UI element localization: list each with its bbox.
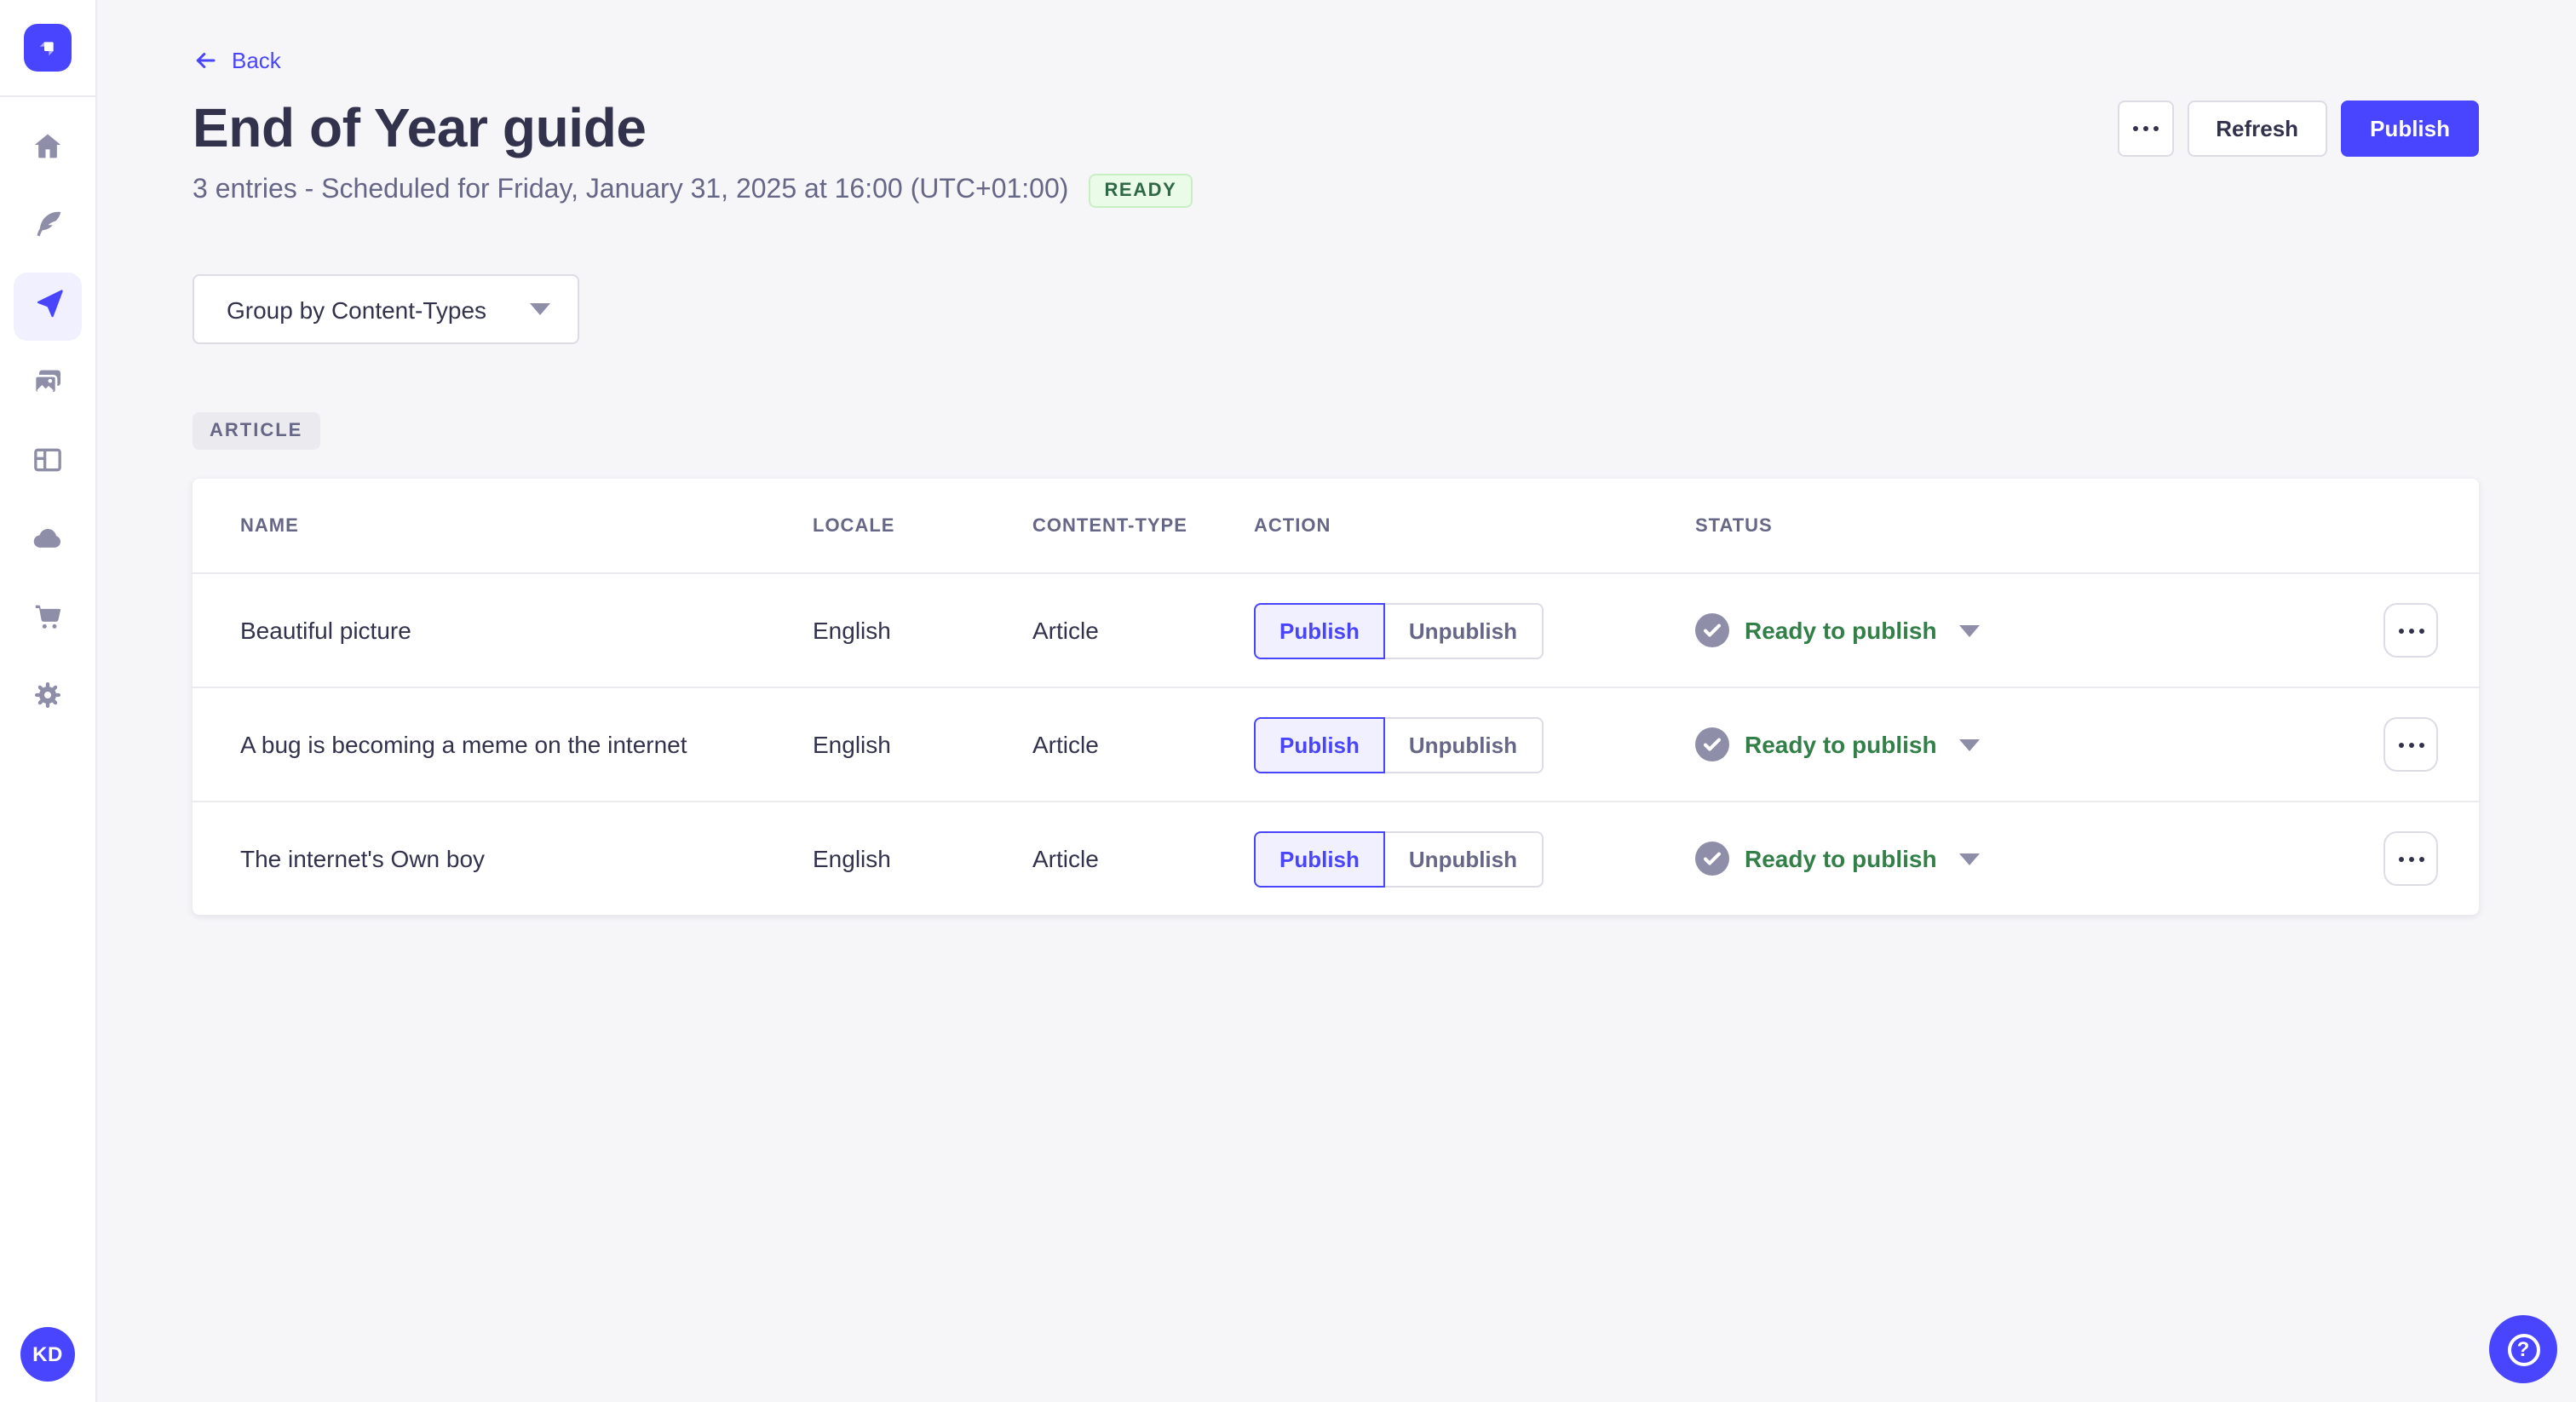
sidebar-item-marketplace[interactable] bbox=[14, 586, 82, 654]
row-more-button[interactable] bbox=[2383, 717, 2438, 772]
sidebar-item-home[interactable] bbox=[14, 116, 82, 184]
release-subtitle: 3 entries - Scheduled for Friday, Januar… bbox=[193, 175, 1069, 204]
entry-name: The internet's Own boy bbox=[240, 845, 486, 872]
entry-status: Ready to publish bbox=[1695, 842, 2382, 876]
unpublish-option-button[interactable]: Unpublish bbox=[1383, 830, 1543, 887]
strapi-logo-icon bbox=[24, 24, 72, 72]
table-header-row: NAME LOCALE CONTENT-TYPE ACTION STATUS bbox=[193, 479, 2479, 572]
table-row: The internet's Own boy English Article P… bbox=[193, 801, 2479, 915]
paper-plane-icon bbox=[31, 285, 65, 328]
main-content: Back End of Year guide Refresh Publish 3… bbox=[97, 0, 2576, 1402]
publish-action-toggle: Publish Unpublish bbox=[1254, 830, 1543, 887]
row-more-button[interactable] bbox=[2383, 603, 2438, 658]
sidebar-item-content-type-builder[interactable] bbox=[14, 429, 82, 497]
logo-container bbox=[0, 0, 95, 97]
entry-content-type: Article bbox=[1032, 731, 1099, 758]
ready-status-badge: READY bbox=[1089, 174, 1193, 208]
sidebar-nav bbox=[14, 116, 82, 733]
publish-option-button[interactable]: Publish bbox=[1254, 602, 1385, 658]
sidebar: KD bbox=[0, 0, 97, 1402]
page-title: End of Year guide bbox=[193, 97, 647, 158]
images-icon bbox=[31, 364, 65, 406]
column-header-action: ACTION bbox=[1254, 515, 1331, 536]
status-label: Ready to publish bbox=[1745, 617, 1937, 644]
sidebar-item-releases[interactable] bbox=[14, 273, 82, 341]
entry-name: Beautiful picture bbox=[240, 617, 411, 644]
column-header-name: NAME bbox=[240, 515, 299, 536]
unpublish-option-button[interactable]: Unpublish bbox=[1383, 602, 1543, 658]
chevron-down-icon bbox=[530, 303, 550, 315]
group-by-value: Group by Content-Types bbox=[227, 296, 487, 323]
table-row: Beautiful picture English Article Publis… bbox=[193, 572, 2479, 687]
status-label: Ready to publish bbox=[1745, 731, 1937, 758]
publish-option-button[interactable]: Publish bbox=[1254, 716, 1385, 773]
feather-icon bbox=[31, 207, 65, 250]
status-check-icon bbox=[1695, 727, 1729, 761]
cart-icon bbox=[31, 599, 65, 641]
status-label: Ready to publish bbox=[1745, 845, 1937, 872]
sidebar-item-cloud[interactable] bbox=[14, 508, 82, 576]
status-check-icon bbox=[1695, 613, 1729, 647]
sidebar-item-content-manager[interactable] bbox=[14, 194, 82, 262]
ellipsis-icon bbox=[2132, 126, 2159, 131]
header-actions: Refresh Publish bbox=[2117, 101, 2479, 157]
ellipsis-icon bbox=[2398, 856, 2424, 861]
status-check-icon bbox=[1695, 842, 1729, 876]
arrow-left-icon bbox=[193, 48, 218, 73]
entry-status: Ready to publish bbox=[1695, 727, 2382, 761]
status-chevron-down-icon[interactable] bbox=[1958, 853, 1980, 865]
status-chevron-down-icon[interactable] bbox=[1958, 738, 1980, 750]
entry-content-type: Article bbox=[1032, 845, 1099, 872]
entry-locale: English bbox=[813, 731, 891, 758]
publish-option-button[interactable]: Publish bbox=[1254, 830, 1385, 887]
unpublish-option-button[interactable]: Unpublish bbox=[1383, 716, 1543, 773]
user-avatar[interactable]: KD bbox=[20, 1327, 75, 1382]
content-type-group-badge: ARTICLE bbox=[193, 412, 320, 450]
column-header-locale: LOCALE bbox=[813, 515, 895, 536]
publish-release-button[interactable]: Publish bbox=[2341, 101, 2479, 157]
publish-action-toggle: Publish Unpublish bbox=[1254, 602, 1543, 658]
group-by-select[interactable]: Group by Content-Types bbox=[193, 274, 579, 344]
entry-locale: English bbox=[813, 845, 891, 872]
release-more-button[interactable] bbox=[2117, 101, 2174, 157]
gear-icon bbox=[31, 677, 65, 720]
status-chevron-down-icon[interactable] bbox=[1958, 624, 1980, 636]
layout-icon bbox=[31, 442, 65, 485]
cloud-icon bbox=[31, 520, 65, 563]
strapi-release-page: KD Back End of Year guide Refresh Publis… bbox=[0, 0, 2576, 1402]
sidebar-item-settings[interactable] bbox=[14, 664, 82, 733]
column-header-status: STATUS bbox=[1695, 515, 1773, 536]
publish-action-toggle: Publish Unpublish bbox=[1254, 716, 1543, 773]
refresh-button[interactable]: Refresh bbox=[2187, 101, 2328, 157]
ellipsis-icon bbox=[2398, 628, 2424, 633]
back-link[interactable]: Back bbox=[193, 48, 281, 73]
column-header-content-type: CONTENT-TYPE bbox=[1032, 515, 1187, 536]
help-button[interactable]: ? bbox=[2489, 1315, 2557, 1383]
sidebar-item-media-library[interactable] bbox=[14, 351, 82, 419]
home-icon bbox=[31, 129, 65, 171]
entry-content-type: Article bbox=[1032, 617, 1099, 644]
entry-status: Ready to publish bbox=[1695, 613, 2382, 647]
table-row: A bug is becoming a meme on the internet… bbox=[193, 687, 2479, 801]
entry-locale: English bbox=[813, 617, 891, 644]
question-mark-icon: ? bbox=[2507, 1333, 2539, 1365]
entry-name: A bug is becoming a meme on the internet bbox=[240, 731, 687, 758]
ellipsis-icon bbox=[2398, 742, 2424, 747]
back-label: Back bbox=[232, 48, 281, 73]
entries-table: NAME LOCALE CONTENT-TYPE ACTION STATUS B… bbox=[193, 479, 2479, 915]
row-more-button[interactable] bbox=[2383, 831, 2438, 886]
